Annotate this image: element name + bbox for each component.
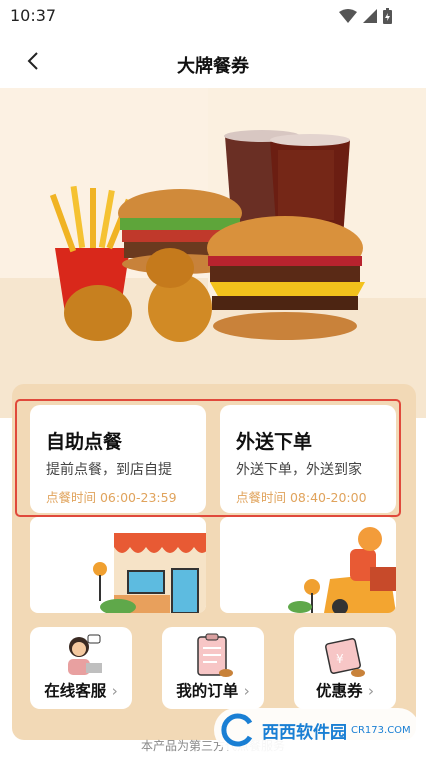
watermark-logo-icon [221, 713, 253, 747]
self-order-desc: 提前点餐，到店自提 [46, 462, 172, 478]
delivery-card[interactable]: 外送下单 外送下单，外送到家 点餐时间 08:40-20:00 [220, 405, 396, 513]
self-order-time: 点餐时间 06:00-23:59 [46, 490, 177, 505]
chevron-right-icon: › [111, 682, 118, 700]
coupons-button[interactable]: ¥ 优惠券 › [294, 627, 396, 709]
coupons-label: 优惠券 › [315, 682, 375, 700]
page-title: 大牌餐券 [177, 56, 249, 77]
chevron-right-icon: › [243, 682, 250, 700]
order-list-icon [197, 633, 233, 677]
self-order-title: 自助点餐 [46, 431, 123, 453]
svg-text:¥: ¥ [336, 652, 344, 666]
food-illustration [49, 130, 365, 342]
delivery-time: 点餐时间 08:40-20:00 [236, 490, 367, 505]
shop-illustration[interactable] [30, 517, 206, 613]
my-orders-label: 我的订单 › [176, 682, 250, 700]
hero-banner [0, 88, 426, 418]
delivery-illustration[interactable] [220, 517, 396, 613]
status-time: 10:37 [10, 6, 57, 25]
chevron-right-icon: › [367, 682, 375, 700]
status-bar: 10:37 [0, 0, 426, 32]
signal-icon [363, 9, 377, 23]
coupon-icon: ¥ [325, 638, 365, 677]
watermark-text: 西西软件园 [262, 722, 347, 743]
customer-service-icon [68, 634, 102, 675]
customer-service-button[interactable]: 在线客服 › [30, 627, 132, 709]
burger-front-icon [207, 216, 365, 340]
storefront-icon [93, 533, 206, 613]
watermark-sub: CR173.COM [351, 724, 411, 736]
customer-service-label: 在线客服 › [44, 682, 118, 700]
watermark: 西西软件园 CR173.COM [214, 708, 420, 752]
scooter-rider-icon [288, 527, 396, 613]
app-header: 大牌餐券 [0, 32, 426, 88]
wifi-icon [339, 9, 357, 23]
self-order-card[interactable]: 自助点餐 提前点餐，到店自提 点餐时间 06:00-23:59 [30, 405, 206, 513]
delivery-title: 外送下单 [236, 431, 313, 453]
my-orders-button[interactable]: 我的订单 › [162, 627, 264, 709]
delivery-desc: 外送下单，外送到家 [236, 462, 362, 478]
status-icons [339, 8, 392, 24]
battery-icon [383, 8, 392, 24]
